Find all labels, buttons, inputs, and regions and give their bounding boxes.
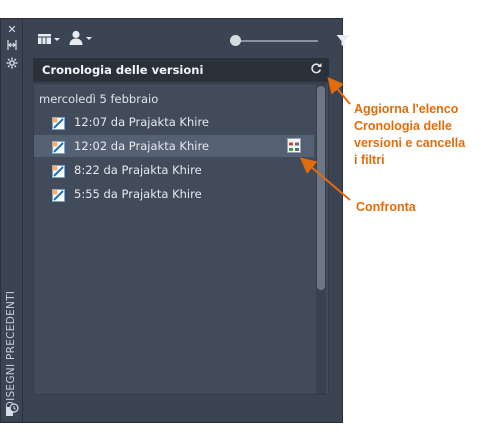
refresh-callout-arrow [327, 76, 351, 105]
compare-callout-text: Confronta [356, 200, 416, 214]
compare-callout-arrow [299, 157, 351, 201]
refresh-callout-text: Aggiorna l'elenco Cronologia delle versi… [354, 101, 465, 169]
callout-line: versioni e cancella [354, 136, 466, 150]
callout-line: Cronologia delle [354, 119, 452, 133]
callout-arrows [299, 76, 351, 201]
callout-line: Aggiorna l'elenco [354, 102, 459, 116]
callout-line: i filtri [354, 153, 385, 167]
